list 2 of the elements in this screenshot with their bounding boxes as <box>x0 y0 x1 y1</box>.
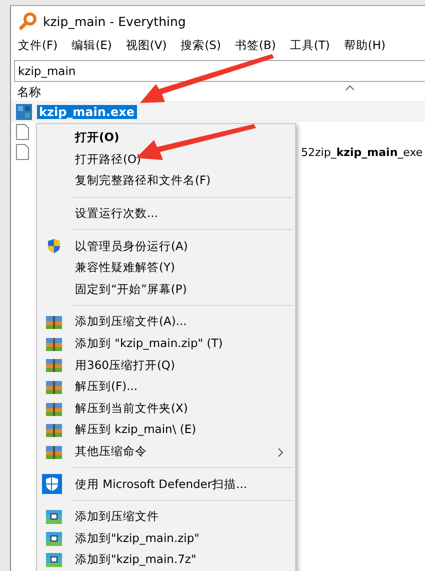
window-title: kzip_main - Everything <box>43 14 186 28</box>
file-name: 52zip_kzip_main_exe <box>301 146 423 158</box>
